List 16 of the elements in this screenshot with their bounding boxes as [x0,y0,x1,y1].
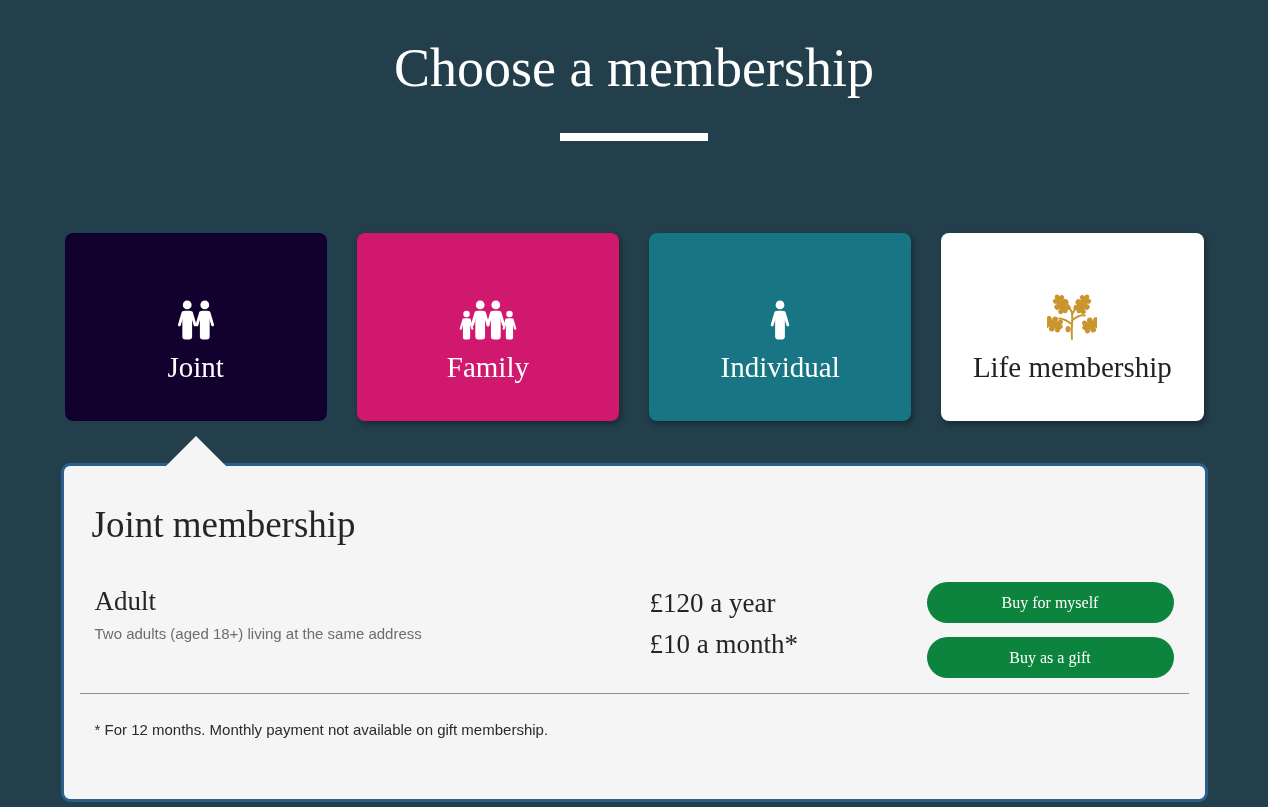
couple-icon [176,299,215,340]
panel-title: Joint membership [91,503,356,547]
buy-button[interactable]: Buy as a gift [926,637,1174,678]
membership-tab[interactable]: Family [356,233,619,421]
page-title: Choose a membership [394,37,874,100]
buy-button[interactable]: Buy for myself [926,582,1174,623]
price-text: £120 a year [649,587,776,620]
option-description: Two adults (aged 18+) living at the same address [94,624,422,644]
membership-tab[interactable]: Individual [649,233,912,421]
person-icon [770,299,791,340]
footnote-text: * For 12 months. Monthly payment not available on gift membership. [94,720,549,740]
membership-tab[interactable]: Joint [64,233,327,421]
family-icon [458,299,517,340]
membership-tab[interactable]: Life membership [941,233,1204,421]
price-text: £10 a month* [649,628,798,661]
option-name: Adult [94,585,156,618]
